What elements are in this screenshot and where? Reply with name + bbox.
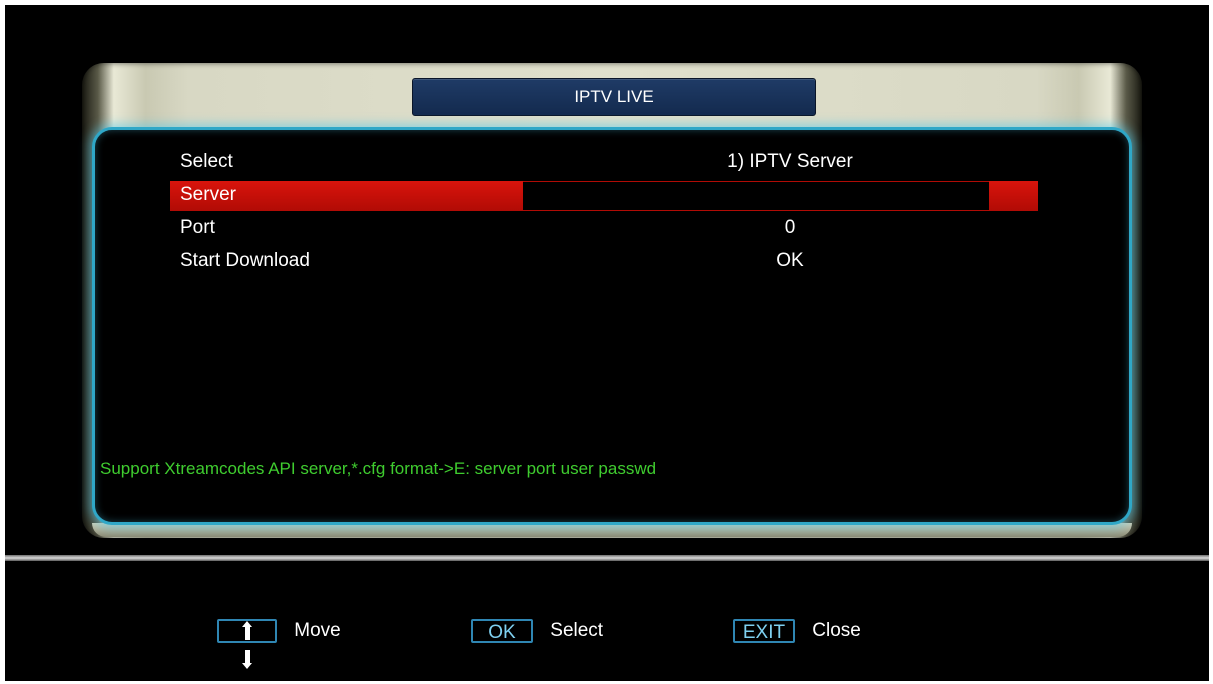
- server-input-field[interactable]: [523, 181, 989, 211]
- ok-key-icon: OK: [471, 619, 533, 643]
- menu-row-value: 1) IPTV Server: [727, 151, 853, 172]
- menu-row-select[interactable]: Select 1) IPTV Server: [170, 148, 1038, 178]
- down-arrow-icon: [241, 649, 252, 669]
- tv-screen: IPTV LIVE Select 1) IPTV Server Server P…: [5, 5, 1209, 681]
- footer-close-label: Close: [812, 620, 861, 641]
- help-hint-text: Support Xtreamcodes API server,*.cfg for…: [100, 459, 657, 478]
- footer-move[interactable]: Move: [217, 619, 341, 669]
- menu-row-server[interactable]: Server: [170, 181, 1038, 211]
- footer-close[interactable]: EXIT Close: [733, 619, 861, 649]
- footer-select-label: Select: [550, 620, 604, 641]
- exit-key-icon: EXIT: [733, 619, 795, 643]
- menu-row-value: 0: [784, 217, 796, 238]
- footer-select[interactable]: OK Select: [471, 619, 603, 649]
- menu-row-label: Port: [180, 217, 215, 238]
- menu-row-port[interactable]: Port 0: [170, 214, 1038, 244]
- footer-move-label: Move: [294, 620, 341, 641]
- menu-frame-bottom: [92, 523, 1132, 537]
- menu-row-label: Server: [180, 184, 236, 205]
- footer-divider: [5, 555, 1209, 561]
- up-arrow-icon: [241, 620, 252, 640]
- selection-highlight-end: [989, 181, 1038, 211]
- window-title: IPTV LIVE: [412, 78, 816, 116]
- menu-row-label: Start Download: [180, 250, 310, 271]
- menu-row-start-download[interactable]: Start Download OK: [170, 247, 1038, 277]
- menu-row-value: OK: [776, 250, 804, 271]
- up-down-arrows-icon: [217, 619, 277, 669]
- menu-row-label: Select: [180, 151, 233, 172]
